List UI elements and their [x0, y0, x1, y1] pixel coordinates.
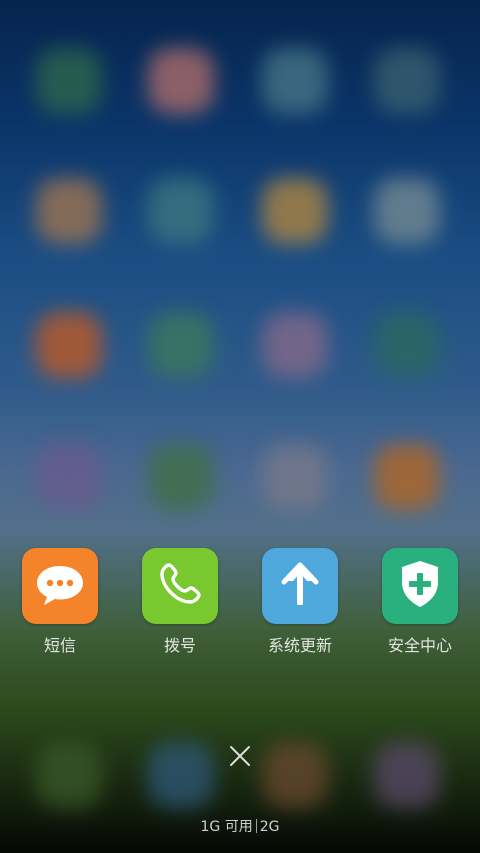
- memory-info: 1G 可用 2G: [0, 816, 480, 836]
- memory-total: 2G: [259, 819, 280, 835]
- memory-divider: [255, 819, 257, 833]
- message-bubble-icon: [34, 560, 86, 612]
- close-icon: [229, 745, 251, 771]
- app-security-center-tile[interactable]: [382, 548, 458, 624]
- arrow-up-icon: [278, 559, 322, 613]
- recent-apps-screen: 短信 拨号 系统更新 安全中心 1G 可用 2G: [0, 0, 480, 853]
- phone-icon: [157, 561, 203, 611]
- clear-all-button[interactable]: [224, 742, 256, 774]
- app-system-update[interactable]: 系统更新: [262, 548, 338, 655]
- app-messages-label: 短信: [43, 636, 76, 655]
- app-security-center[interactable]: 安全中心: [382, 548, 458, 655]
- app-dialer-tile[interactable]: [142, 548, 218, 624]
- app-dialer[interactable]: 拨号: [142, 548, 218, 655]
- app-messages-tile[interactable]: [22, 548, 98, 624]
- memory-available: 1G 可用: [200, 819, 253, 835]
- app-security-center-label: 安全中心: [387, 636, 452, 655]
- app-dialer-label: 拨号: [163, 636, 196, 655]
- app-system-update-tile[interactable]: [262, 548, 338, 624]
- app-system-update-label: 系统更新: [267, 636, 332, 655]
- shield-plus-icon: [398, 558, 442, 614]
- app-messages[interactable]: 短信: [22, 548, 98, 655]
